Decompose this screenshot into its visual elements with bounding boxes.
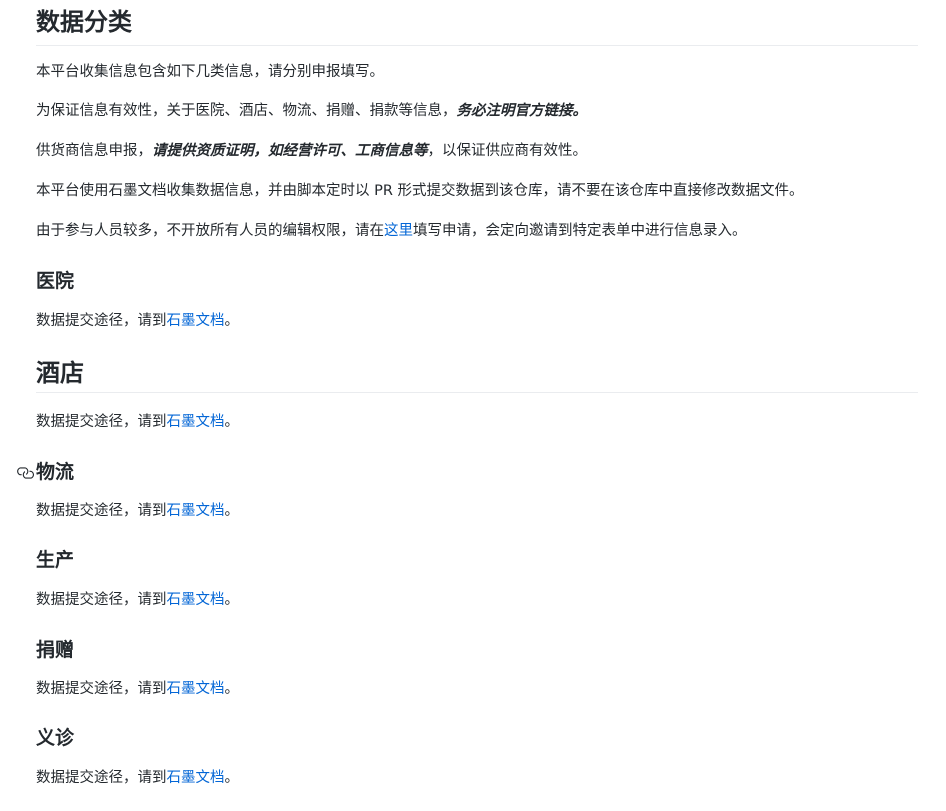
section-text: 数据提交途径，请到 bbox=[36, 414, 167, 430]
section-paragraph-free-clinic: 数据提交途径，请到石墨文档。 bbox=[36, 767, 239, 789]
intro-text-1: 本平台收集信息包含如下几类信息，请分别申报填写。 bbox=[36, 64, 384, 80]
section-heading-text: 酒店 bbox=[36, 359, 84, 387]
shimo-doc-link-hotel[interactable]: 石墨文档 bbox=[167, 414, 225, 430]
section-text: 数据提交途径，请到 bbox=[36, 681, 167, 697]
section-paragraph-donation: 数据提交途径，请到石墨文档。 bbox=[36, 678, 239, 700]
section-text: 数据提交途径，请到 bbox=[36, 592, 167, 608]
link-icon[interactable] bbox=[16, 463, 34, 481]
section-text-end: 。 bbox=[224, 592, 240, 608]
shimo-doc-link-logistics[interactable]: 石墨文档 bbox=[167, 503, 225, 519]
intro-text-4: 本平台使用石墨文档收集数据信息，并由脚本定时以 PR 形式提交数据到该仓库，请不… bbox=[36, 183, 804, 199]
section-heading-logistics: 物流 bbox=[17, 459, 75, 485]
page-title-text: 数据分类 bbox=[36, 8, 132, 36]
intro-text-3-suffix: ，以保证供应商有效性。 bbox=[427, 143, 588, 159]
shimo-doc-link-hospital[interactable]: 石墨文档 bbox=[167, 313, 225, 329]
section-text: 数据提交途径，请到 bbox=[36, 770, 167, 786]
section-heading-text: 捐赠 bbox=[36, 639, 75, 661]
section-paragraph-hotel: 数据提交途径，请到石墨文档。 bbox=[36, 411, 239, 433]
section-heading-donation: 捐赠 bbox=[36, 637, 74, 663]
section-heading-hospital: 医院 bbox=[36, 268, 74, 294]
intro-paragraph-3: 供货商信息申报，请提供资质证明，如经营许可、工商信息等，以保证供应商有效性。 bbox=[36, 140, 587, 162]
section-text-end: 。 bbox=[224, 681, 240, 697]
section-paragraph-production: 数据提交途径，请到石墨文档。 bbox=[36, 589, 239, 611]
section-paragraph-logistics: 数据提交途径，请到石墨文档。 bbox=[36, 500, 239, 522]
shimo-doc-link-free-clinic[interactable]: 石墨文档 bbox=[167, 770, 225, 786]
section-heading-free-clinic: 义诊 bbox=[36, 725, 74, 751]
section-text: 数据提交途径，请到 bbox=[36, 503, 167, 519]
section-heading-hotel: 酒店 bbox=[36, 353, 918, 393]
official-link-notice: 务必注明官方链接。 bbox=[456, 103, 588, 119]
intro-text-3-prefix: 供货商信息申报， bbox=[36, 143, 152, 159]
section-paragraph-hospital: 数据提交途径，请到石墨文档。 bbox=[36, 310, 239, 332]
intro-text-5-prefix: 由于参与人员较多，不开放所有人员的编辑权限，请在 bbox=[36, 223, 384, 239]
section-text: 数据提交途径，请到 bbox=[36, 313, 167, 329]
intro-text-2: 为保证信息有效性，关于医院、酒店、物流、捐赠、捐款等信息， bbox=[36, 103, 457, 119]
page-title: 数据分类 bbox=[36, 0, 918, 46]
intro-text-5-suffix: 填写申请，会定向邀请到特定表单中进行信息录入。 bbox=[413, 223, 747, 239]
qualification-notice: 请提供资质证明，如经营许可、工商信息等 bbox=[152, 143, 428, 159]
apply-here-link[interactable]: 这里 bbox=[384, 223, 413, 239]
section-text-end: 。 bbox=[224, 313, 240, 329]
intro-paragraph-4: 本平台使用石墨文档收集数据信息，并由脚本定时以 PR 形式提交数据到该仓库，请不… bbox=[36, 180, 804, 202]
shimo-doc-link-production[interactable]: 石墨文档 bbox=[167, 592, 225, 608]
intro-paragraph-1: 本平台收集信息包含如下几类信息，请分别申报填写。 bbox=[36, 61, 384, 83]
shimo-doc-link-donation[interactable]: 石墨文档 bbox=[167, 681, 225, 697]
section-heading-text: 生产 bbox=[36, 549, 75, 571]
section-heading-text: 义诊 bbox=[36, 727, 75, 749]
intro-paragraph-2: 为保证信息有效性，关于医院、酒店、物流、捐赠、捐款等信息，务必注明官方链接。 bbox=[36, 100, 587, 122]
section-text-end: 。 bbox=[224, 770, 240, 786]
intro-paragraph-5: 由于参与人员较多，不开放所有人员的编辑权限，请在这里填写申请，会定向邀请到特定表… bbox=[36, 220, 747, 242]
section-heading-text: 医院 bbox=[36, 270, 75, 292]
section-heading-text: 物流 bbox=[36, 461, 75, 483]
section-text-end: 。 bbox=[224, 503, 240, 519]
section-heading-production: 生产 bbox=[36, 547, 74, 573]
section-text-end: 。 bbox=[224, 414, 240, 430]
